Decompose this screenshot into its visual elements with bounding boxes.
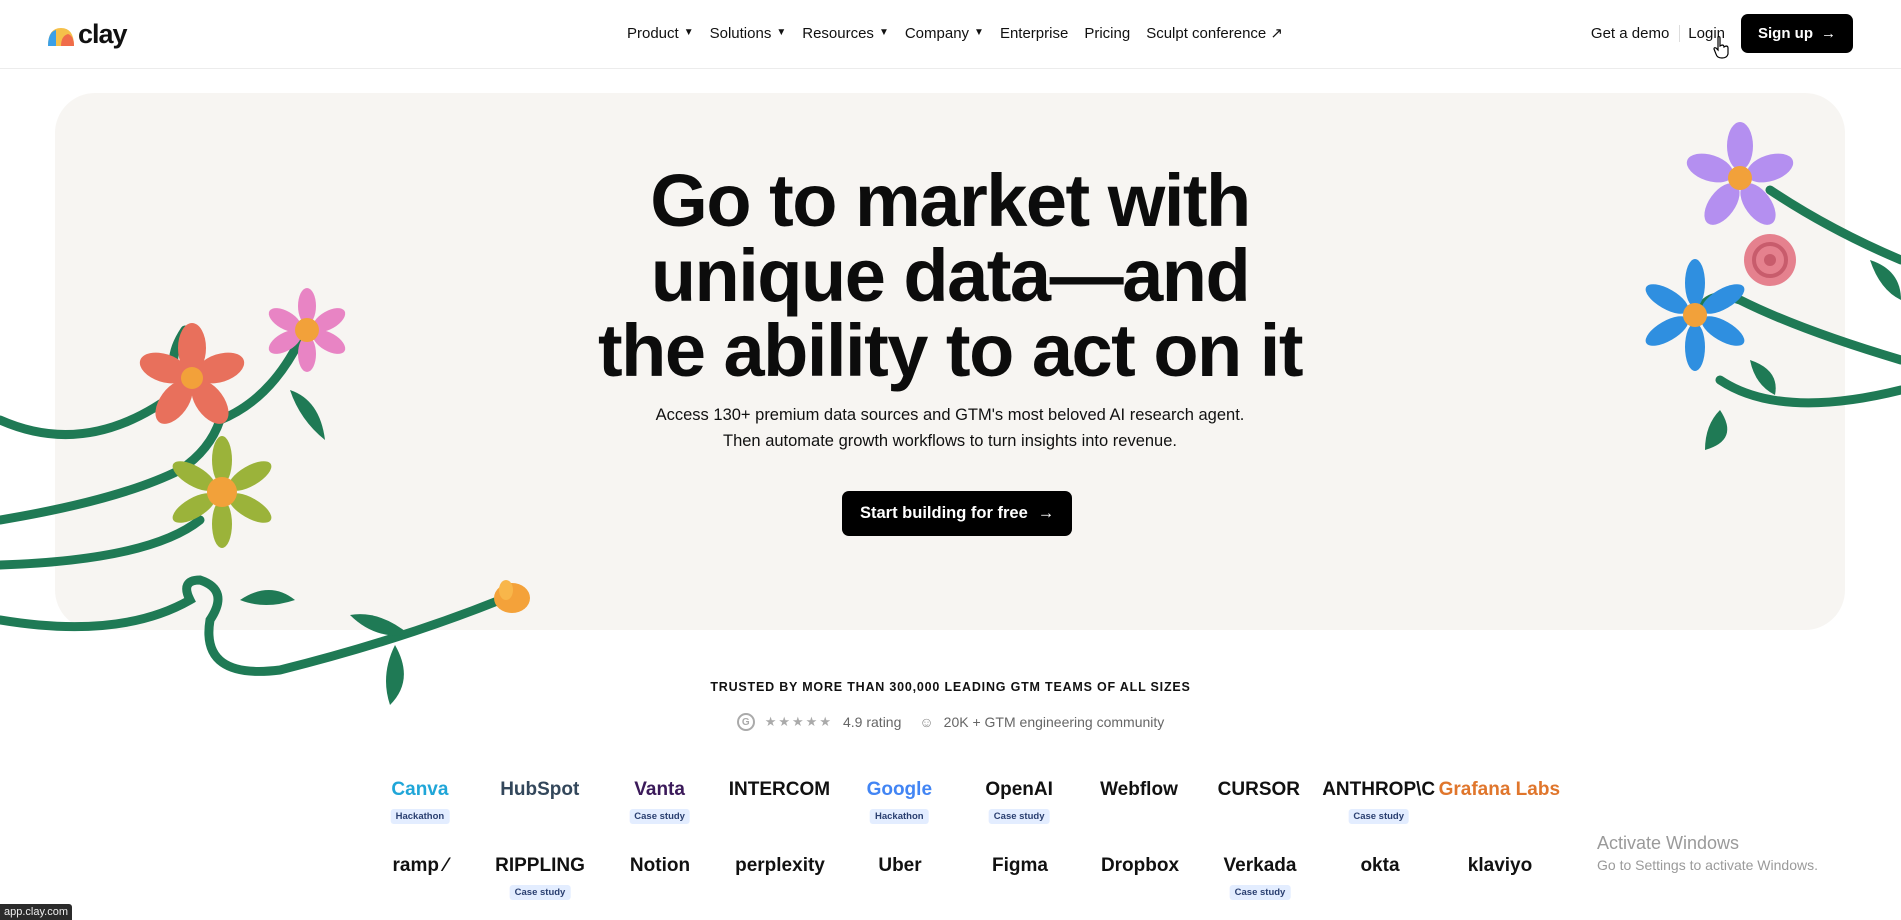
nav-company-label: Company — [904, 24, 970, 42]
customer-logo-name: klaviyo — [1467, 855, 1533, 876]
hero-subtitle-line-1: Access 130+ premium data sources and GTM… — [655, 406, 1245, 424]
hero-title-line-3: the ability to act on it — [597, 309, 1304, 392]
status-bar-url: app.clay.com — [0, 904, 72, 920]
top-nav: clay Product ▼ Solutions ▼ Resources ▼ C… — [0, 0, 1901, 69]
customer-logo[interactable]: Google Hackathon — [839, 773, 959, 824]
logo-tag-badge: Case study — [509, 885, 571, 900]
customer-logo-name: okta — [1360, 855, 1400, 876]
logo-tag-badge: Hackathon — [390, 809, 450, 824]
start-building-label: Start building for free — [860, 504, 1028, 522]
logo-tag-badge: Hackathon — [870, 809, 929, 824]
customer-logo-name: HubSpot — [500, 779, 580, 800]
customer-logo-name: INTERCOM — [728, 779, 831, 800]
customer-logo-name: Grafana Labs — [1438, 779, 1561, 800]
hero-title-line-1: Go to market with — [650, 159, 1251, 242]
hand-cursor-icon — [1713, 36, 1729, 59]
customer-logo-name: Verkada — [1223, 855, 1297, 876]
windows-activation-title: Activate Windows — [1597, 833, 1740, 853]
nav-company[interactable]: Company ▼ — [905, 24, 984, 42]
rating-row: G ★★★★★ 4.9 rating ☺ 20K + GTM engineeri… — [0, 713, 1901, 731]
rating-stars: ★★★★★ — [764, 714, 833, 729]
customer-logo[interactable]: INTERCOM — [720, 773, 840, 807]
customer-logo-name: Figma — [992, 855, 1048, 876]
hero-subtitle: Access 130+ premium data sources and GTM… — [55, 402, 1845, 454]
logo-tag-badge: Case study — [1348, 809, 1410, 824]
arrow-right-icon: → — [1821, 25, 1836, 42]
customer-logo[interactable]: Uber — [840, 849, 960, 883]
customer-logo[interactable]: Vanta Case study — [600, 773, 720, 824]
customer-logo[interactable]: Dropbox — [1080, 849, 1200, 883]
logo-tag-badge: Case study — [988, 809, 1050, 824]
customer-logo[interactable]: Verkada Case study — [1200, 849, 1320, 900]
signup-button[interactable]: Sign up → — [1741, 14, 1853, 53]
rating-text: 4.9 rating — [843, 714, 902, 730]
customer-logo-name: Google — [866, 779, 933, 800]
customer-logo[interactable]: Webflow — [1079, 773, 1199, 807]
chevron-down-icon: ▼ — [683, 26, 694, 38]
start-building-button[interactable]: Start building for free → — [842, 491, 1073, 536]
customer-logo[interactable]: CURSOR — [1199, 773, 1319, 807]
windows-activation-hint: Go to Settings to activate Windows. — [1597, 857, 1818, 873]
customer-logo[interactable]: Canva Hackathon — [360, 773, 480, 824]
nav-pricing[interactable]: Pricing — [1084, 24, 1130, 42]
customer-logo-name: Notion — [629, 855, 691, 876]
arrow-right-icon: → — [1037, 504, 1055, 522]
customer-logo[interactable]: klaviyo — [1440, 849, 1560, 883]
nav-solutions[interactable]: Solutions ▼ — [710, 24, 787, 42]
customer-logo[interactable]: okta — [1320, 849, 1440, 883]
nav-enterprise-label: Enterprise — [999, 24, 1069, 42]
customer-logo[interactable]: ramp ⁄ — [360, 849, 480, 883]
community-text: 20K + GTM engineering community — [943, 714, 1165, 730]
customer-logo-name: ramp ⁄ — [392, 855, 448, 876]
nav-resources-label: Resources — [802, 24, 874, 42]
customer-logo[interactable]: Notion — [600, 849, 720, 883]
hero-subtitle-line-2: Then automate growth workflows to turn i… — [723, 432, 1177, 450]
g2-icon: G — [736, 713, 755, 731]
customer-logo[interactable]: ANTHROP\C Case study — [1319, 773, 1439, 824]
customer-logos-row-1: Canva Hackathon HubSpot Vanta Case study INTE… — [360, 773, 1560, 824]
clay-logo-icon — [48, 27, 74, 46]
users-icon: ☺ — [919, 714, 934, 730]
get-demo-link[interactable]: Get a demo — [1581, 25, 1681, 42]
signup-label: Sign up — [1758, 25, 1813, 42]
windows-activation-watermark: Activate Windows Go to Settings to activ… — [1597, 833, 1818, 873]
chevron-down-icon: ▼ — [878, 26, 889, 38]
nav-solutions-label: Solutions — [709, 24, 772, 42]
customer-logo-name: RIPPLING — [495, 855, 585, 876]
customer-logo-name: ANTHROP\C — [1322, 779, 1436, 800]
customer-logo[interactable]: HubSpot — [480, 773, 600, 807]
nav-sculpt-conference[interactable]: Sculpt conference ↗ — [1146, 24, 1283, 42]
customer-logo[interactable]: Grafana Labs — [1439, 773, 1560, 807]
hero-panel: Go to market with unique data—and the ab… — [55, 93, 1845, 630]
customer-logo[interactable]: RIPPLING Case study — [480, 849, 600, 900]
logo-text: clay — [78, 19, 128, 49]
hero-title: Go to market with unique data—and the ab… — [55, 163, 1845, 388]
customer-logo-name: perplexity — [735, 855, 825, 876]
clay-logo[interactable]: clay — [46, 19, 128, 50]
chevron-down-icon: ▼ — [776, 26, 787, 38]
nav-sculpt-label: Sculpt conference ↗ — [1146, 25, 1283, 42]
customer-logo-name: Canva — [391, 779, 449, 800]
main-nav-links: Product ▼ Solutions ▼ Resources ▼ Compan… — [627, 24, 1283, 43]
customer-logo-name: OpenAI — [985, 779, 1053, 800]
nav-product-label: Product — [627, 24, 679, 42]
customer-logo[interactable]: Figma — [960, 849, 1080, 883]
nav-product[interactable]: Product ▼ — [627, 24, 694, 42]
nav-pricing-label: Pricing — [1084, 24, 1131, 42]
customer-logo-name: Webflow — [1100, 779, 1178, 800]
customer-logo-name: Uber — [878, 855, 922, 876]
customer-logo-name: CURSOR — [1217, 779, 1300, 800]
customer-logos-row-2: ramp ⁄ RIPPLING Case study Notion perplexity… — [360, 849, 1560, 900]
nav-resources[interactable]: Resources ▼ — [802, 24, 889, 42]
hero-title-line-2: unique data—and — [650, 234, 1251, 317]
trusted-heading: TRUSTED BY MORE THAN 300,000 LEADING GTM… — [710, 680, 1191, 694]
customer-logo[interactable]: perplexity — [720, 849, 840, 883]
customer-logo-name: Dropbox — [1100, 855, 1180, 876]
logo-tag-badge: Case study — [629, 809, 690, 824]
customer-logo-name: Vanta — [634, 779, 685, 800]
chevron-down-icon: ▼ — [974, 26, 984, 38]
logo-tag-badge: Case study — [1229, 885, 1291, 900]
customer-logo[interactable]: OpenAI Case study — [959, 773, 1079, 824]
nav-enterprise[interactable]: Enterprise — [1000, 24, 1068, 42]
